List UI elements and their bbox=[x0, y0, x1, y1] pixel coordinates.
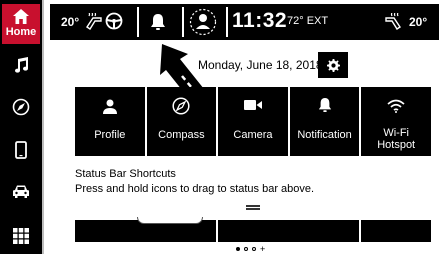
music-icon bbox=[15, 57, 29, 73]
heated-steering-icon[interactable] bbox=[85, 13, 103, 31]
passenger-temp[interactable]: 20° bbox=[409, 15, 427, 29]
page-indicator: + bbox=[236, 245, 265, 254]
slot-tab bbox=[137, 217, 203, 224]
phone-icon bbox=[15, 141, 27, 159]
tile-wifi-hotspot[interactable]: Wi-Fi Hotspot bbox=[361, 87, 431, 156]
shortcut-slot[interactable] bbox=[360, 220, 431, 242]
car-icon bbox=[13, 185, 29, 198]
home-icon bbox=[13, 9, 29, 24]
status-divider bbox=[182, 7, 184, 37]
tile-label: Camera bbox=[233, 129, 273, 141]
camera-icon bbox=[243, 100, 262, 110]
status-divider bbox=[226, 7, 228, 37]
driver-temp[interactable]: 20° bbox=[61, 15, 79, 29]
compass-icon bbox=[172, 97, 190, 115]
notification-bell-icon[interactable] bbox=[150, 13, 166, 31]
shortcuts-help-text: Press and hold icons to drag to status b… bbox=[75, 183, 315, 195]
tile-profile[interactable]: Profile bbox=[75, 87, 145, 156]
tile-camera[interactable]: Camera bbox=[218, 87, 288, 156]
page-dot[interactable] bbox=[252, 247, 256, 251]
sidebar: Home bbox=[0, 0, 44, 254]
sidebar-item-home[interactable]: Home bbox=[2, 4, 40, 44]
shortcut-slot[interactable] bbox=[75, 217, 216, 242]
exterior-temp: 72° EXT bbox=[287, 15, 329, 27]
tile-notification[interactable]: Notification bbox=[289, 87, 360, 156]
compass-icon bbox=[12, 98, 30, 116]
add-page-icon[interactable]: + bbox=[260, 245, 265, 254]
tile-label: Wi-Fi Hotspot bbox=[377, 127, 416, 151]
page-dot[interactable] bbox=[244, 247, 248, 251]
settings-button[interactable] bbox=[318, 52, 348, 78]
tile-label: Compass bbox=[158, 129, 205, 141]
sidebar-item-vehicle[interactable] bbox=[0, 184, 42, 199]
sidebar-item-music[interactable] bbox=[0, 57, 42, 73]
shortcut-tiles: Profile Compass Camera Notification Wi-F… bbox=[75, 87, 431, 156]
person-icon bbox=[102, 99, 117, 114]
status-bar: 20° 11:32 72° EXT 20° bbox=[50, 4, 439, 40]
shortcut-bar bbox=[75, 217, 431, 242]
drawer-handle[interactable] bbox=[246, 205, 260, 210]
sidebar-item-apps[interactable] bbox=[0, 228, 42, 244]
tile-label: Profile bbox=[94, 129, 126, 141]
heated-seat-passenger-icon[interactable] bbox=[384, 13, 402, 31]
shortcuts-title: Status Bar Shortcuts bbox=[75, 168, 176, 180]
clock[interactable]: 11:32 bbox=[232, 9, 287, 33]
wifi-icon bbox=[387, 99, 405, 113]
gear-icon bbox=[326, 58, 340, 72]
apps-grid-icon bbox=[13, 228, 29, 244]
bell-icon bbox=[318, 98, 331, 112]
sidebar-item-phone[interactable] bbox=[0, 141, 42, 159]
tile-compass[interactable]: Compass bbox=[146, 87, 217, 156]
heated-seat-icon[interactable] bbox=[105, 12, 123, 30]
sidebar-item-navigation[interactable] bbox=[0, 98, 42, 116]
status-divider bbox=[137, 7, 139, 37]
sidebar-item-home-label: Home bbox=[5, 26, 37, 38]
date-display: Monday, June 18, 2018 bbox=[198, 58, 323, 72]
user-profile-icon[interactable] bbox=[189, 8, 217, 36]
shortcut-slot[interactable] bbox=[217, 220, 359, 242]
page-dot-active[interactable] bbox=[236, 247, 240, 251]
tile-label: Notification bbox=[297, 129, 352, 141]
